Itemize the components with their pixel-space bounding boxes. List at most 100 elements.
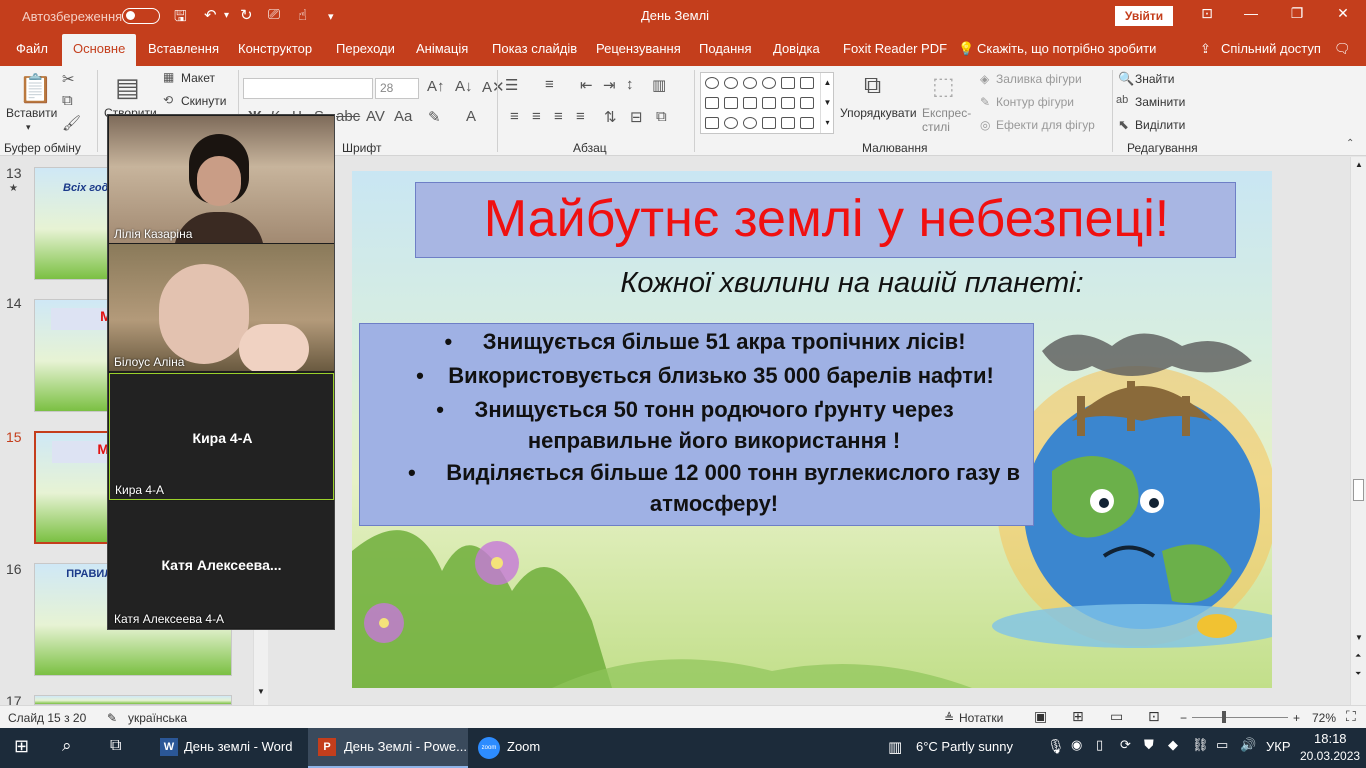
- spellcheck-icon[interactable]: ✎: [107, 711, 117, 725]
- format-painter-icon[interactable]: 🖌: [62, 114, 81, 132]
- battery-icon[interactable]: ▯: [1096, 737, 1103, 753]
- clock-time[interactable]: 18:18: [1314, 731, 1347, 746]
- shape-icon[interactable]: [705, 117, 719, 129]
- present-icon[interactable]: ⎚: [268, 6, 280, 23]
- zoom-in-icon[interactable]: +: [1293, 711, 1300, 725]
- start-icon[interactable]: ⊞: [14, 736, 29, 757]
- shape-icon[interactable]: [724, 117, 738, 129]
- zoom-slider-thumb[interactable]: [1222, 711, 1226, 723]
- shape-icon[interactable]: [781, 97, 795, 109]
- slide-canvas[interactable]: Майбутнє землі у небезпеці! Кожної хвили…: [352, 171, 1272, 688]
- undo-dropdown-icon[interactable]: ▾: [224, 10, 229, 21]
- tab-help[interactable]: Довідка: [773, 41, 820, 56]
- zoom-out-icon[interactable]: −: [1180, 711, 1187, 725]
- copy-icon[interactable]: ⧉: [62, 92, 73, 109]
- scroll-thumb[interactable]: [1353, 479, 1364, 501]
- tab-file[interactable]: Файл: [16, 41, 48, 56]
- slide-sorter-icon[interactable]: ⊞: [1072, 708, 1084, 725]
- bullets-icon[interactable]: ☰: [505, 76, 518, 94]
- shape-icon[interactable]: [743, 77, 757, 89]
- previous-slide-icon[interactable]: ⏶: [1355, 651, 1361, 661]
- shape-icon[interactable]: [762, 97, 776, 109]
- slide-thumbnail[interactable]: [34, 695, 232, 705]
- scroll-down-icon[interactable]: ▼: [1355, 633, 1363, 642]
- slideshow-icon[interactable]: ⊡: [1148, 708, 1160, 725]
- scroll-down-icon[interactable]: ▼: [257, 687, 265, 696]
- layout-button[interactable]: Макет: [181, 71, 215, 85]
- reset-button[interactable]: Скинути: [181, 94, 226, 108]
- taskbar-app-powerpoint[interactable]: P День Землі - Powe...: [308, 728, 468, 768]
- taskbar-app-zoom[interactable]: zoom Zoom: [472, 728, 592, 768]
- shape-icon[interactable]: [743, 97, 757, 109]
- sync-icon[interactable]: ⟳: [1120, 737, 1131, 753]
- tab-design[interactable]: Конструктор: [238, 41, 312, 56]
- zoom-tray-icon[interactable]: ◉: [1071, 737, 1082, 753]
- redo-icon[interactable]: ↻: [240, 6, 253, 24]
- normal-view-icon[interactable]: ▣: [1034, 708, 1047, 725]
- decrease-indent-icon[interactable]: ⇤: [580, 76, 593, 94]
- share-button[interactable]: Спільний доступ: [1221, 41, 1321, 56]
- next-slide-icon[interactable]: ⏷: [1355, 669, 1361, 679]
- app-tray-icon[interactable]: ◆: [1168, 737, 1178, 753]
- zoom-video-panel[interactable]: Лілія Казаріна Білоус Аліна Кира 4-А Кир…: [107, 114, 335, 630]
- tab-home[interactable]: Основне: [62, 34, 137, 66]
- quick-styles-button[interactable]: Експрес-стилі: [922, 106, 978, 134]
- shape-icon[interactable]: [705, 77, 719, 89]
- tell-me-search[interactable]: Скажіть, що потрібно зробити: [977, 41, 1156, 56]
- shape-icon[interactable]: [800, 77, 814, 89]
- notes-button[interactable]: Нотатки: [959, 711, 1003, 725]
- shape-outline-button[interactable]: Контур фігури: [996, 95, 1074, 109]
- text-direction-icon[interactable]: ⇅: [604, 108, 617, 126]
- find-button[interactable]: Знайти: [1135, 72, 1174, 86]
- shape-icon[interactable]: [705, 97, 719, 109]
- collapse-ribbon-icon[interactable]: ⌃: [1346, 138, 1354, 149]
- microphone-icon[interactable]: 🎙: [1047, 738, 1065, 755]
- participant-tile-active-speaker[interactable]: Кира 4-А Кира 4-А: [109, 373, 334, 500]
- participant-tile[interactable]: Катя Алексеева... Катя Алексеева 4-А: [109, 501, 334, 628]
- shrink-font-icon[interactable]: A↓: [455, 78, 473, 95]
- align-right-icon[interactable]: ≡: [554, 108, 563, 125]
- weather-status[interactable]: 6°C Partly sunny: [916, 739, 1013, 754]
- columns-icon[interactable]: ▥: [652, 76, 666, 94]
- scroll-up-icon[interactable]: ▲: [1355, 160, 1363, 169]
- shape-icon[interactable]: [762, 77, 776, 89]
- shape-icon[interactable]: [781, 77, 795, 89]
- network-icon[interactable]: ⛓: [1192, 737, 1209, 753]
- undo-icon[interactable]: ↶: [204, 6, 217, 24]
- shapes-gallery[interactable]: ▲ ▼ ▾: [700, 72, 834, 134]
- clock-date[interactable]: 20.03.2023: [1300, 749, 1360, 763]
- tab-review[interactable]: Рецензування: [596, 41, 681, 56]
- reading-view-icon[interactable]: ▭: [1110, 708, 1123, 725]
- highlight-icon[interactable]: ✎: [428, 108, 441, 126]
- slide-subtitle[interactable]: Кожної хвилини на нашій планеті:: [502, 267, 1202, 300]
- tab-foxit[interactable]: Foxit Reader PDF: [843, 41, 947, 56]
- shape-icon[interactable]: [724, 77, 738, 89]
- touch-mode-icon[interactable]: ☝: [298, 6, 307, 24]
- minimize-button[interactable]: —: [1228, 5, 1274, 21]
- shape-fill-button[interactable]: Заливка фігури: [996, 72, 1082, 86]
- cut-icon[interactable]: ✂: [62, 70, 75, 88]
- numbering-icon[interactable]: ≡: [545, 76, 554, 93]
- taskbar-app-word[interactable]: W День землі - Word: [152, 728, 302, 768]
- slide-title-box[interactable]: Майбутнє землі у небезпеці!: [415, 182, 1236, 258]
- shape-effects-button[interactable]: Ефекти для фігур: [996, 118, 1095, 132]
- task-view-icon[interactable]: ⧉: [110, 737, 121, 755]
- quick-styles-icon[interactable]: ⬚: [932, 72, 955, 101]
- gallery-scroll-icon[interactable]: ▲ ▼ ▾: [820, 73, 834, 133]
- strikethrough-icon[interactable]: abc: [336, 108, 360, 125]
- increase-indent-icon[interactable]: ⇥: [603, 76, 616, 94]
- zoom-slider-track[interactable]: [1192, 717, 1288, 718]
- shape-icon[interactable]: [743, 117, 757, 129]
- arrange-button[interactable]: Упорядкувати: [840, 106, 917, 120]
- change-case-icon[interactable]: Aa: [394, 108, 412, 125]
- line-spacing-icon[interactable]: ↕: [626, 76, 634, 93]
- char-spacing-icon[interactable]: AV: [366, 108, 385, 125]
- input-language[interactable]: УКР: [1266, 739, 1291, 754]
- new-slide-icon[interactable]: ▤: [115, 72, 140, 103]
- editor-scrollbar[interactable]: ▲ ▼ ⏶ ⏷: [1350, 157, 1366, 705]
- volume-icon[interactable]: 🔊: [1240, 737, 1256, 753]
- clear-format-icon[interactable]: A✕: [482, 78, 505, 96]
- align-left-icon[interactable]: ≡: [510, 108, 519, 125]
- shape-icon[interactable]: [800, 117, 814, 129]
- tab-transitions[interactable]: Переходи: [336, 41, 395, 56]
